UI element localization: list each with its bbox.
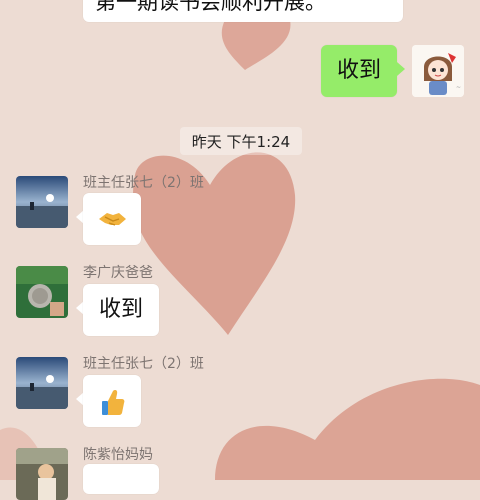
timestamp-divider: 昨天 下午1:24 [180,127,302,155]
message-bubble-outgoing[interactable]: 收到 [321,45,397,97]
bubble-tail [397,62,405,76]
avatar-seascape-icon [16,357,68,409]
thumbs-up-emoji-icon [102,390,125,415]
avatar[interactable] [16,176,68,228]
avatar-cartoon-girl-icon: ~ [412,45,464,97]
avatar-coin-icon [16,266,68,318]
sender-name: 陈紫怡妈妈 [83,447,153,463]
message-text: 收到 [337,58,382,83]
avatar-seascape-icon [16,176,68,228]
avatar[interactable] [16,448,68,500]
avatar-photo-icon [16,448,68,500]
message-bubble[interactable]: 收到 [83,284,159,336]
message-bubble[interactable] [83,464,159,494]
sender-name: 班主任张七（2）班 [83,175,204,191]
avatar[interactable]: ~ [412,45,464,97]
handshake-emoji-icon [99,213,126,226]
message-bubble[interactable] [83,375,141,427]
sender-name: 李广庆爸爸 [83,265,153,281]
message-text: 第一期读书会顺利开展。 [95,0,326,14]
message-bubble[interactable] [83,193,141,245]
avatar[interactable] [16,357,68,409]
message-text: 收到 [99,297,144,322]
sender-name: 班主任张七（2）班 [83,356,204,372]
avatar[interactable] [16,266,68,318]
svg-text:~: ~ [456,84,461,91]
message-bubble[interactable]: 第一期读书会顺利开展。 [83,0,403,22]
